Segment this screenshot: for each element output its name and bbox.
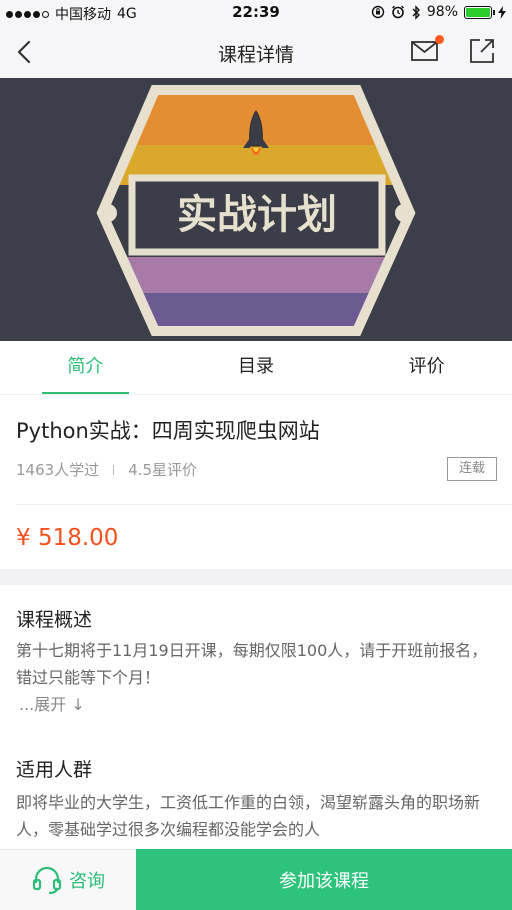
messages-button[interactable] xyxy=(410,35,444,64)
divider xyxy=(16,504,512,505)
learner-count: 1463人学过 xyxy=(16,461,100,479)
overview-text: 第十七期将于11月19日开课，每期仅限100人，请于开班前报名，错过只能等下个月… xyxy=(16,641,488,687)
course-logo: 实战计划 xyxy=(96,85,416,336)
tab-reviews[interactable]: 评价 xyxy=(341,341,512,394)
battery-percent: 98% xyxy=(426,4,458,20)
section-separator xyxy=(0,569,512,585)
course-meta: 1463人学过 4.5星评价 xyxy=(16,459,197,480)
audience-text: 即将毕业的大学生，工资低工作重的白领，渴望崭露头角的职场新人，零基础学过很多次编… xyxy=(16,793,481,839)
course-banner: 实战计划 xyxy=(0,78,512,341)
headset-icon xyxy=(32,866,62,895)
navigation-bar: 课程详情 xyxy=(0,26,512,78)
notification-dot xyxy=(435,35,444,44)
course-title: Python实战：四周实现爬虫网站 xyxy=(16,419,320,443)
course-price: ¥ 518.00 xyxy=(16,525,119,551)
charging-icon xyxy=(498,5,506,19)
status-bar: 中国移动 4G 22:39 98% xyxy=(0,0,512,26)
bluetooth-icon xyxy=(412,4,420,20)
overview-heading: 课程概述 xyxy=(16,609,93,631)
expand-link[interactable]: ...展开 ↓ xyxy=(19,691,85,715)
bottom-action-bar: 咨询 参加该课程 xyxy=(0,849,512,910)
serial-badge: 连载 xyxy=(447,457,497,481)
tab-bar: 简介 目录 评价 xyxy=(0,341,512,395)
tab-catalog[interactable]: 目录 xyxy=(171,341,342,394)
logo-text: 实战计划 xyxy=(177,192,337,238)
battery-icon xyxy=(464,5,495,19)
audience-heading: 适用人群 xyxy=(16,759,93,781)
consult-button[interactable]: 咨询 xyxy=(0,849,136,910)
share-icon[interactable] xyxy=(468,37,496,65)
rating-text: 4.5星评价 xyxy=(128,461,198,479)
orientation-lock-icon xyxy=(371,5,385,19)
meta-separator xyxy=(113,464,115,475)
consult-label: 咨询 xyxy=(69,871,105,892)
tab-intro[interactable]: 简介 xyxy=(0,341,171,394)
join-course-button[interactable]: 参加该课程 xyxy=(136,849,512,910)
alarm-icon xyxy=(391,5,404,19)
